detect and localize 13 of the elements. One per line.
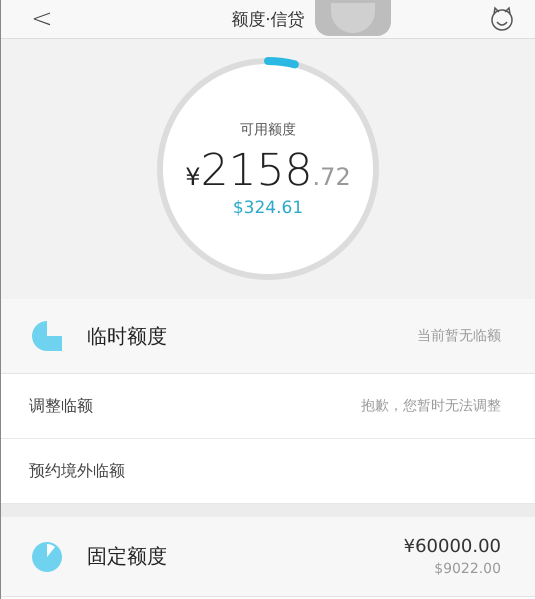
avatar-icon[interactable] <box>489 6 515 32</box>
fixed-credit-dollar-amount: $9022.00 <box>434 561 501 577</box>
fixed-credit-title: 固定额度 <box>87 543 168 570</box>
available-credit-label: 可用额度 <box>240 120 296 138</box>
dollar-amount: $324.61 <box>232 198 304 218</box>
available-amount: ¥2158.72 <box>185 144 351 196</box>
fixed-credit-amount: ¥60000.00 <box>404 536 501 557</box>
back-button[interactable]: < <box>31 4 53 34</box>
temporary-credit-status: 当前暂无临额 <box>417 327 501 345</box>
temporary-credit-title: 临时额度 <box>87 322 168 350</box>
pie-chart-icon <box>31 320 63 352</box>
pie-chart-icon <box>31 540 63 572</box>
page-title: 额度·信贷 <box>231 8 305 30</box>
